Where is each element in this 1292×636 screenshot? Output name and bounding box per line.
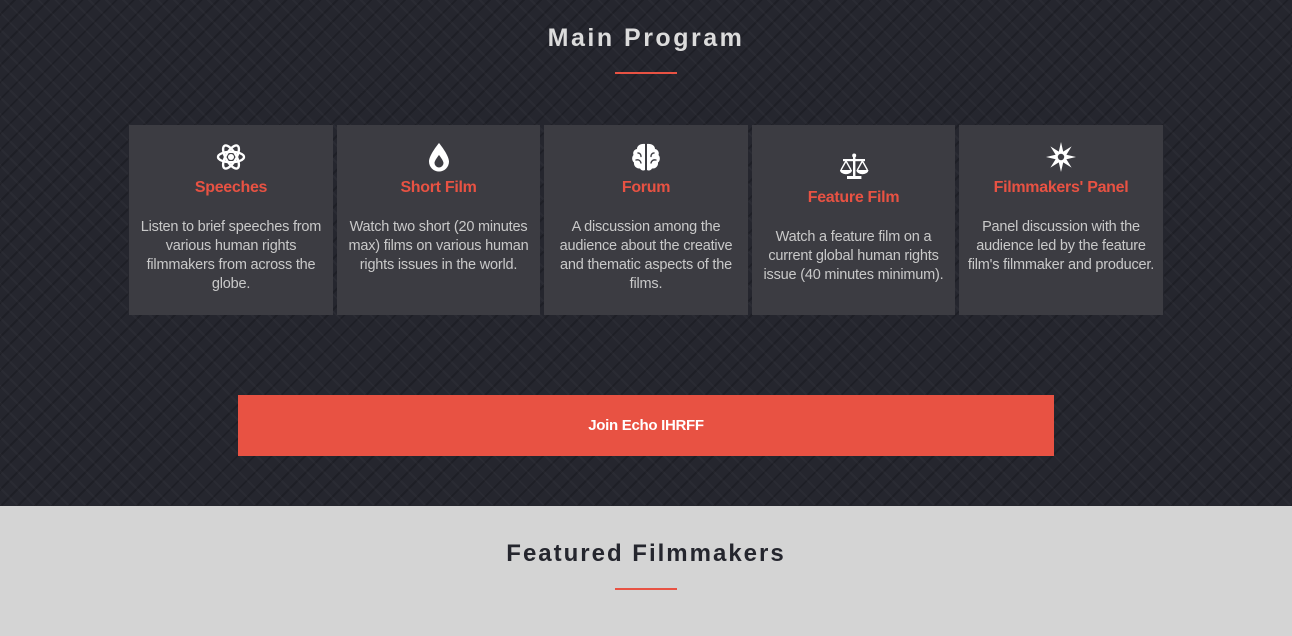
- atom-icon: [215, 141, 247, 173]
- card-title: Speeches: [194, 179, 268, 196]
- featured-filmmakers-title: Featured Filmmakers: [506, 540, 786, 567]
- card-description: Watch a feature film on a current global…: [763, 229, 944, 283]
- title-underline: [615, 588, 677, 590]
- card-title: Feature Film: [807, 189, 900, 206]
- program-card-forum: Forum A discussion among the audience ab…: [544, 125, 748, 315]
- brain-icon: [630, 141, 662, 173]
- balance-scale-icon: [838, 151, 870, 183]
- card-title: Short Film: [400, 179, 477, 196]
- program-card-feature-film: Feature Film Watch a feature film on a c…: [752, 125, 955, 315]
- title-underline: [615, 72, 677, 74]
- featured-filmmakers-section: Featured Filmmakers: [0, 506, 1292, 636]
- starburst-icon: [1045, 141, 1077, 173]
- card-description: Watch two short (20 minutes max) films o…: [348, 219, 529, 273]
- program-card-speeches: Speeches Listen to brief speeches from v…: [129, 125, 333, 315]
- drop-icon: [423, 141, 455, 173]
- card-description: Panel discussion with the audience led b…: [967, 219, 1155, 273]
- card-description: A discussion among the audience about th…: [559, 219, 733, 292]
- card-title: Forum: [621, 179, 671, 196]
- main-program-title: Main Program: [547, 24, 745, 52]
- program-card-short-film: Short Film Watch two short (20 minutes m…: [337, 125, 540, 315]
- main-program-section: Main Program Speeches Listen to brief sp…: [0, 0, 1292, 506]
- join-button[interactable]: Join Echo IHRFF: [238, 395, 1054, 456]
- card-description: Listen to brief speeches from various hu…: [140, 219, 322, 292]
- program-card-filmmakers-panel: Filmmakers' Panel Panel discussion with …: [959, 125, 1163, 315]
- card-title: Filmmakers' Panel: [993, 179, 1129, 196]
